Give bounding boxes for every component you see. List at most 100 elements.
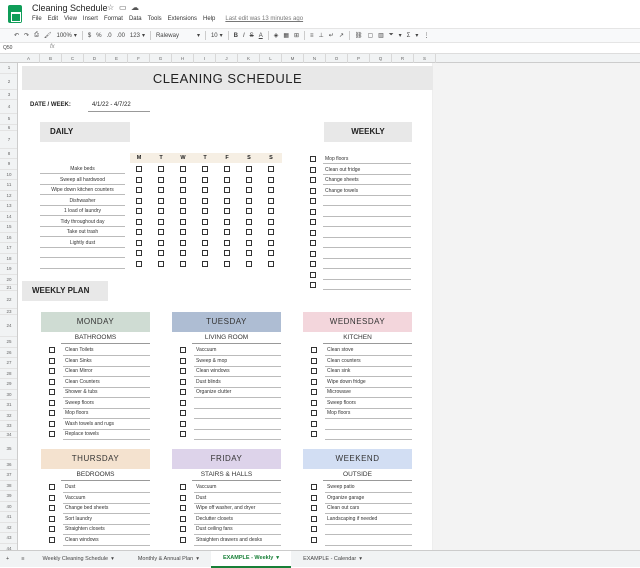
card-checkbox[interactable] xyxy=(49,431,55,437)
card-checkbox[interactable] xyxy=(311,536,317,543)
sheets-logo-icon[interactable] xyxy=(8,5,22,23)
bold-button[interactable]: B xyxy=(234,33,238,39)
row-header[interactable]: 17 xyxy=(0,243,17,254)
decrease-decimal-button[interactable]: .0 xyxy=(107,33,112,39)
daily-checkbox[interactable] xyxy=(224,229,230,235)
last-edit-link[interactable]: Last edit was 13 minutes ago xyxy=(225,16,303,22)
card-checkbox[interactable] xyxy=(180,494,186,501)
row-header[interactable]: 38 xyxy=(0,481,17,491)
daily-checkbox[interactable] xyxy=(224,218,230,225)
daily-checkbox[interactable] xyxy=(224,260,230,267)
daily-checkbox[interactable] xyxy=(180,229,186,235)
daily-checkbox[interactable] xyxy=(180,166,186,172)
daily-checkbox[interactable] xyxy=(158,166,164,172)
column-header[interactable]: P xyxy=(348,54,370,63)
daily-checkbox[interactable] xyxy=(224,176,230,183)
redo-icon[interactable]: ↷ xyxy=(24,32,29,39)
card-checkbox[interactable] xyxy=(311,494,317,501)
row-header[interactable]: 43 xyxy=(0,533,17,544)
text-color-button[interactable]: A xyxy=(259,33,263,39)
weekly-checkbox[interactable] xyxy=(310,261,316,267)
filter-icon[interactable]: ⏷ xyxy=(389,32,394,39)
daily-checkbox[interactable] xyxy=(180,208,186,214)
daily-checkbox[interactable] xyxy=(224,187,230,193)
star-icon[interactable]: ☆ xyxy=(107,3,114,12)
daily-checkbox[interactable] xyxy=(136,208,142,214)
row-header[interactable]: 31 xyxy=(0,400,17,411)
menu-item-data[interactable]: Data xyxy=(129,16,142,22)
card-checkbox[interactable] xyxy=(311,431,317,437)
sheet-grid[interactable]: CLEANING SCHEDULE DATE / WEEK: 4/1/22 - … xyxy=(18,63,640,550)
row-header[interactable]: 5 xyxy=(0,114,17,125)
weekly-checkbox[interactable] xyxy=(310,271,316,278)
card-checkbox[interactable] xyxy=(49,399,55,406)
daily-checkbox[interactable] xyxy=(158,187,164,193)
card-checkbox[interactable] xyxy=(311,357,317,364)
row-header[interactable]: 36 xyxy=(0,460,17,470)
card-checkbox[interactable] xyxy=(180,368,186,374)
row-header[interactable]: 11 xyxy=(0,180,17,191)
column-header[interactable]: I xyxy=(194,54,216,63)
daily-checkbox[interactable] xyxy=(136,187,142,193)
card-checkbox[interactable] xyxy=(311,399,317,406)
card-checkbox[interactable] xyxy=(180,505,186,511)
row-header[interactable]: 35 xyxy=(0,438,17,460)
daily-checkbox[interactable] xyxy=(268,187,274,193)
add-sheet-button[interactable]: + xyxy=(0,551,15,568)
row-header[interactable]: 39 xyxy=(0,491,17,502)
daily-checkbox[interactable] xyxy=(202,250,208,256)
sheet-tab[interactable]: Monthly & Annual Plan ▾ xyxy=(126,551,211,568)
weekly-checkbox[interactable] xyxy=(310,187,316,194)
align-horizontal-icon[interactable]: ≡ xyxy=(310,33,314,39)
percent-button[interactable]: % xyxy=(96,33,101,39)
daily-checkbox[interactable] xyxy=(158,260,164,267)
card-checkbox[interactable] xyxy=(49,484,55,490)
daily-checkbox[interactable] xyxy=(268,166,274,172)
row-header[interactable]: 14 xyxy=(0,212,17,222)
column-header[interactable]: G xyxy=(150,54,172,63)
row-header[interactable]: 9 xyxy=(0,159,17,170)
weekly-checkbox[interactable] xyxy=(310,177,316,183)
card-checkbox[interactable] xyxy=(180,431,186,437)
daily-checkbox[interactable] xyxy=(180,187,186,193)
italic-button[interactable]: I xyxy=(243,33,245,39)
column-header[interactable]: Q xyxy=(370,54,392,63)
weekly-checkbox[interactable] xyxy=(310,240,316,246)
text-rotate-icon[interactable]: ↗ xyxy=(339,32,344,39)
card-checkbox[interactable] xyxy=(49,368,55,374)
menu-item-edit[interactable]: Edit xyxy=(48,16,58,22)
daily-checkbox[interactable] xyxy=(268,197,274,204)
daily-checkbox[interactable] xyxy=(158,239,164,246)
weekly-checkbox[interactable] xyxy=(310,166,316,173)
column-header[interactable]: H xyxy=(172,54,194,63)
insert-link-icon[interactable]: ⛓ xyxy=(355,32,363,39)
daily-checkbox[interactable] xyxy=(224,208,230,214)
daily-checkbox[interactable] xyxy=(180,197,186,204)
row-header[interactable]: 42 xyxy=(0,523,17,533)
card-checkbox[interactable] xyxy=(311,526,317,532)
weekly-checkbox[interactable] xyxy=(310,282,316,288)
daily-checkbox[interactable] xyxy=(136,229,142,235)
sheet-tab[interactable]: EXAMPLE - Calendar ▾ xyxy=(291,551,374,568)
card-checkbox[interactable] xyxy=(311,378,317,385)
daily-checkbox[interactable] xyxy=(246,197,252,204)
column-header[interactable]: J xyxy=(216,54,238,63)
row-header[interactable]: 32 xyxy=(0,411,17,421)
column-header[interactable]: O xyxy=(326,54,348,63)
daily-checkbox[interactable] xyxy=(268,229,274,235)
daily-checkbox[interactable] xyxy=(268,208,274,214)
card-checkbox[interactable] xyxy=(311,389,317,395)
card-checkbox[interactable] xyxy=(311,410,317,416)
daily-checkbox[interactable] xyxy=(136,239,142,246)
chevron-down-icon[interactable]: ▾ xyxy=(196,551,199,568)
daily-checkbox[interactable] xyxy=(158,229,164,235)
card-checkbox[interactable] xyxy=(49,526,55,532)
menu-item-format[interactable]: Format xyxy=(104,16,123,22)
daily-checkbox[interactable] xyxy=(246,229,252,235)
column-header[interactable]: M xyxy=(282,54,304,63)
column-header[interactable]: B xyxy=(40,54,62,63)
merge-cells-icon[interactable]: ⊞ xyxy=(294,32,299,39)
daily-checkbox[interactable] xyxy=(202,260,208,267)
text-wrap-icon[interactable]: ↵ xyxy=(329,32,334,39)
card-checkbox[interactable] xyxy=(180,515,186,522)
